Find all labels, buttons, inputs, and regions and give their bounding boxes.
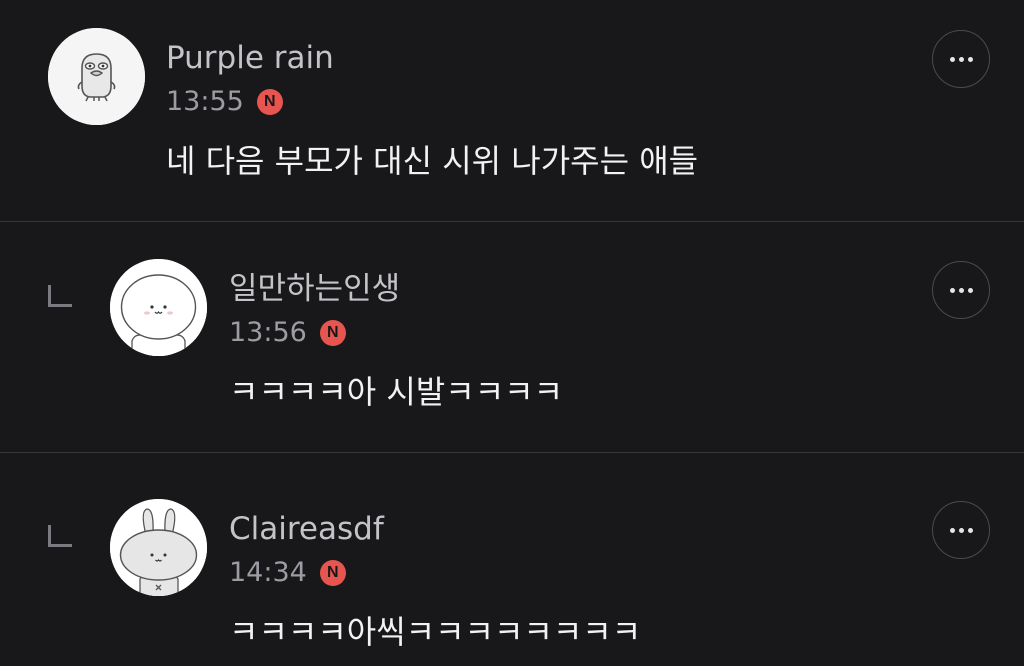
comment-username[interactable]: 일만하는인생 <box>229 274 400 305</box>
comment-meta: 13:55 N <box>166 88 283 115</box>
more-options-button[interactable] <box>932 261 990 319</box>
comment-meta: 13:56 N <box>229 319 346 346</box>
new-badge: N <box>256 88 283 115</box>
more-dots-icon <box>958 56 964 62</box>
white-blob-character-icon <box>110 259 207 356</box>
comment-meta: 14:34 N <box>229 559 346 586</box>
more-options-button[interactable] <box>932 30 990 88</box>
comment-item: Purple rain 13:55 N 네 다음 부모가 대신 시위 나가주는 … <box>0 0 1024 222</box>
more-dots-icon <box>967 287 973 293</box>
avatar[interactable] <box>110 259 207 356</box>
comment-text: 네 다음 부모가 대신 시위 나가주는 애들 <box>166 142 699 180</box>
duck-character-icon <box>48 28 145 125</box>
comment-timestamp: 14:34 <box>229 557 307 588</box>
reply-arrow-icon <box>48 285 72 307</box>
reply-item: Claireasdf 14:34 N ㅋㅋㅋㅋ아씩ㅋㅋㅋㅋㅋㅋㅋㅋ <box>0 453 1024 666</box>
new-badge: N <box>319 559 346 586</box>
more-dots-icon <box>958 527 964 533</box>
bunny-character-icon <box>110 499 207 596</box>
more-dots-icon <box>958 287 964 293</box>
avatar[interactable] <box>110 499 207 596</box>
more-options-button[interactable] <box>932 501 990 559</box>
more-dots-icon <box>967 527 973 533</box>
comment-username[interactable]: Purple rain <box>166 43 334 74</box>
more-dots-icon <box>949 287 955 293</box>
comment-text: ㅋㅋㅋㅋ아 시발ㅋㅋㅋㅋ <box>229 373 564 411</box>
more-dots-icon <box>949 56 955 62</box>
reply-arrow-icon <box>48 525 72 547</box>
more-dots-icon <box>967 56 973 62</box>
comment-list: Purple rain 13:55 N 네 다음 부모가 대신 시위 나가주는 … <box>0 0 1024 666</box>
new-badge: N <box>319 319 346 346</box>
more-dots-icon <box>949 527 955 533</box>
comment-username[interactable]: Claireasdf <box>229 514 384 545</box>
reply-item: 일만하는인생 13:56 N ㅋㅋㅋㅋ아 시발ㅋㅋㅋㅋ <box>0 222 1024 453</box>
comment-timestamp: 13:56 <box>229 317 307 348</box>
comment-timestamp: 13:55 <box>166 86 244 117</box>
comment-text: ㅋㅋㅋㅋ아씩ㅋㅋㅋㅋㅋㅋㅋㅋ <box>229 613 642 651</box>
avatar[interactable] <box>48 28 145 125</box>
